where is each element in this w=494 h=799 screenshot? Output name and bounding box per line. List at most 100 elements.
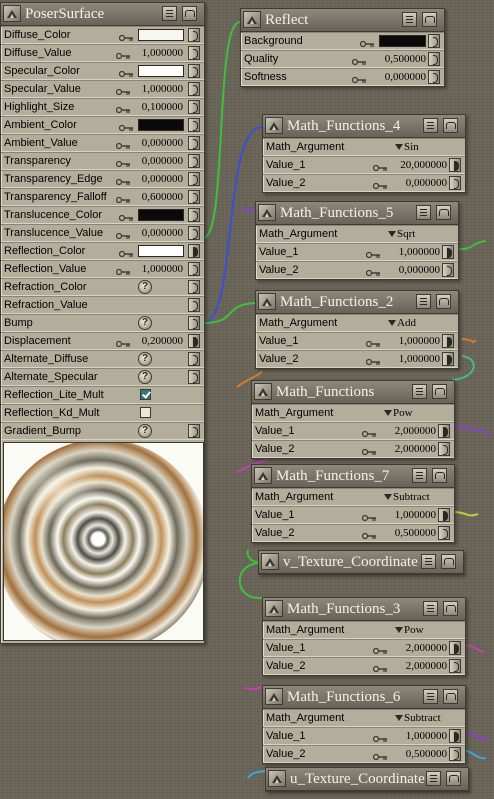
dial-key-icon[interactable] bbox=[115, 85, 131, 96]
input-connector-icon[interactable] bbox=[188, 298, 200, 312]
param-row-reflection-value[interactable]: Reflection_Value 1,000000 bbox=[1, 260, 204, 278]
math-argument-dropdown[interactable]: Pow bbox=[395, 622, 424, 638]
node-collapse-button[interactable] bbox=[436, 205, 451, 220]
dial-key-icon[interactable] bbox=[372, 750, 388, 761]
node-grip-icon[interactable] bbox=[265, 688, 283, 705]
input-connector-icon[interactable] bbox=[188, 352, 200, 366]
input-connector-icon[interactable] bbox=[188, 154, 200, 168]
dial-key-icon[interactable] bbox=[118, 31, 134, 42]
param-row-transparency[interactable]: Transparency 0,000000 bbox=[1, 152, 204, 170]
input-connector-icon[interactable] bbox=[449, 158, 461, 172]
input-connector-icon[interactable] bbox=[449, 641, 461, 655]
param-row-alternate-specular[interactable]: Alternate_Specular? bbox=[1, 368, 204, 386]
node-menu-button[interactable] bbox=[416, 205, 431, 220]
param-row-value-2[interactable]: Value_2 0,500000 bbox=[263, 745, 465, 763]
input-connector-icon[interactable] bbox=[188, 424, 200, 438]
param-row-value-2[interactable]: Value_2 2,000000 bbox=[263, 657, 465, 675]
param-value-field[interactable]: 0,500000 bbox=[379, 525, 436, 541]
node-title-bar[interactable]: Reflect bbox=[241, 9, 444, 32]
checkbox[interactable] bbox=[140, 407, 151, 418]
dial-key-icon[interactable] bbox=[365, 248, 381, 259]
dial-key-icon[interactable] bbox=[118, 67, 134, 78]
param-row-softness[interactable]: Softness 0,000000 bbox=[241, 68, 444, 86]
param-value-field[interactable]: 1,000000 bbox=[383, 244, 440, 260]
param-value-field[interactable]: 1,000000 bbox=[133, 45, 183, 61]
node-math-functions-4[interactable]: Math_Functions_4 Math_Argument Sin Value_1 2… bbox=[262, 114, 466, 193]
node-math-functions-2[interactable]: Math_Functions_2 Math_Argument Add Value_1 1… bbox=[255, 290, 459, 369]
param-row-math-argument[interactable]: Math_Argument Pow bbox=[263, 621, 465, 639]
input-connector-icon[interactable] bbox=[188, 64, 200, 78]
param-row-reflection-lite-mult[interactable]: Reflection_Lite_Mult bbox=[1, 386, 204, 404]
input-connector-icon[interactable] bbox=[449, 659, 461, 673]
param-value-field[interactable]: 1,000000 bbox=[390, 728, 447, 744]
param-row-value-2[interactable]: Value_2 0,500000 bbox=[252, 524, 454, 542]
input-connector-icon[interactable] bbox=[188, 226, 200, 240]
node-title-bar[interactable]: Math_Functions_6 bbox=[263, 686, 465, 709]
node-title-bar[interactable]: PoserSurface bbox=[1, 3, 204, 26]
param-value-field[interactable]: 1,000000 bbox=[379, 507, 436, 523]
color-swatch[interactable] bbox=[138, 29, 184, 41]
param-row-math-argument[interactable]: Math_Argument Add bbox=[256, 314, 458, 332]
input-connector-icon[interactable] bbox=[188, 244, 200, 258]
node-menu-button[interactable] bbox=[416, 294, 431, 309]
dial-key-icon[interactable] bbox=[359, 37, 375, 48]
param-row-refraction-color[interactable]: Refraction_Color? bbox=[1, 278, 204, 296]
param-row-transparency-edge[interactable]: Transparency_Edge 0,000000 bbox=[1, 170, 204, 188]
color-swatch[interactable] bbox=[379, 35, 426, 47]
node-grip-icon[interactable] bbox=[265, 600, 283, 617]
node-collapse-button[interactable] bbox=[182, 6, 197, 21]
input-connector-icon[interactable] bbox=[188, 118, 200, 132]
node-collapse-button[interactable] bbox=[432, 468, 447, 483]
node-grip-icon[interactable] bbox=[258, 204, 276, 221]
input-connector-icon[interactable] bbox=[442, 263, 454, 277]
dial-key-icon[interactable] bbox=[372, 161, 388, 172]
input-connector-icon[interactable] bbox=[442, 352, 454, 366]
node-grip-icon[interactable] bbox=[265, 117, 283, 134]
help-icon[interactable]: ? bbox=[138, 424, 152, 438]
node-menu-button[interactable] bbox=[162, 6, 177, 21]
input-connector-icon[interactable] bbox=[188, 280, 200, 294]
input-connector-icon[interactable] bbox=[188, 100, 200, 114]
param-value-field[interactable]: 0,000000 bbox=[383, 262, 440, 278]
help-icon[interactable]: ? bbox=[138, 370, 152, 384]
input-connector-icon[interactable] bbox=[188, 28, 200, 42]
dial-key-icon[interactable] bbox=[365, 337, 381, 348]
param-value-field[interactable]: 0,000000 bbox=[133, 225, 183, 241]
param-value-field[interactable]: 1,000000 bbox=[133, 81, 183, 97]
node-math-functions-3[interactable]: Math_Functions_3 Math_Argument Pow Value_1 2… bbox=[262, 597, 466, 676]
node-collapse-button[interactable] bbox=[443, 689, 458, 704]
input-connector-icon[interactable] bbox=[449, 729, 461, 743]
node-collapse-button[interactable] bbox=[432, 384, 447, 399]
dial-key-icon[interactable] bbox=[365, 266, 381, 277]
node-menu-button[interactable] bbox=[426, 771, 441, 786]
node-reflect[interactable]: Reflect Background Quality 0,500000 Softness… bbox=[240, 8, 445, 87]
input-connector-icon[interactable] bbox=[188, 82, 200, 96]
node-math-functions[interactable]: Math_Functions Math_Argument Pow Value_1 2,0… bbox=[251, 380, 455, 459]
math-argument-dropdown[interactable]: Sin bbox=[395, 139, 419, 155]
param-row-value-1[interactable]: Value_1 1,000000 bbox=[252, 506, 454, 524]
math-argument-dropdown[interactable]: Subtract bbox=[395, 710, 441, 726]
input-connector-icon[interactable] bbox=[188, 370, 200, 384]
node-title-bar[interactable]: Math_Functions_3 bbox=[263, 598, 465, 621]
param-value-field[interactable]: 0,500000 bbox=[369, 51, 426, 67]
input-connector-icon[interactable] bbox=[188, 208, 200, 222]
dial-key-icon[interactable] bbox=[361, 445, 377, 456]
param-row-refraction-value[interactable]: Refraction_Value bbox=[1, 296, 204, 314]
input-connector-icon[interactable] bbox=[188, 316, 200, 330]
node-grip-icon[interactable] bbox=[258, 293, 276, 310]
dial-key-icon[interactable] bbox=[115, 103, 131, 114]
param-row-value-1[interactable]: Value_1 2,000000 bbox=[263, 639, 465, 657]
dial-key-icon[interactable] bbox=[361, 529, 377, 540]
input-connector-icon[interactable] bbox=[442, 245, 454, 259]
param-row-translucence-color[interactable]: Translucence_Color bbox=[1, 206, 204, 224]
param-value-field[interactable]: 20,000000 bbox=[390, 157, 447, 173]
input-connector-icon[interactable] bbox=[438, 508, 450, 522]
dial-key-icon[interactable] bbox=[118, 247, 134, 258]
param-value-field[interactable]: 2,000000 bbox=[379, 423, 436, 439]
node-menu-button[interactable] bbox=[412, 384, 427, 399]
dial-key-icon[interactable] bbox=[115, 193, 131, 204]
node-math-functions-5[interactable]: Math_Functions_5 Math_Argument Sqrt Value_1… bbox=[255, 201, 459, 280]
node-collapse-button[interactable] bbox=[436, 294, 451, 309]
node-menu-button[interactable] bbox=[423, 118, 438, 133]
param-row-value-2[interactable]: Value_2 1,000000 bbox=[256, 350, 458, 368]
